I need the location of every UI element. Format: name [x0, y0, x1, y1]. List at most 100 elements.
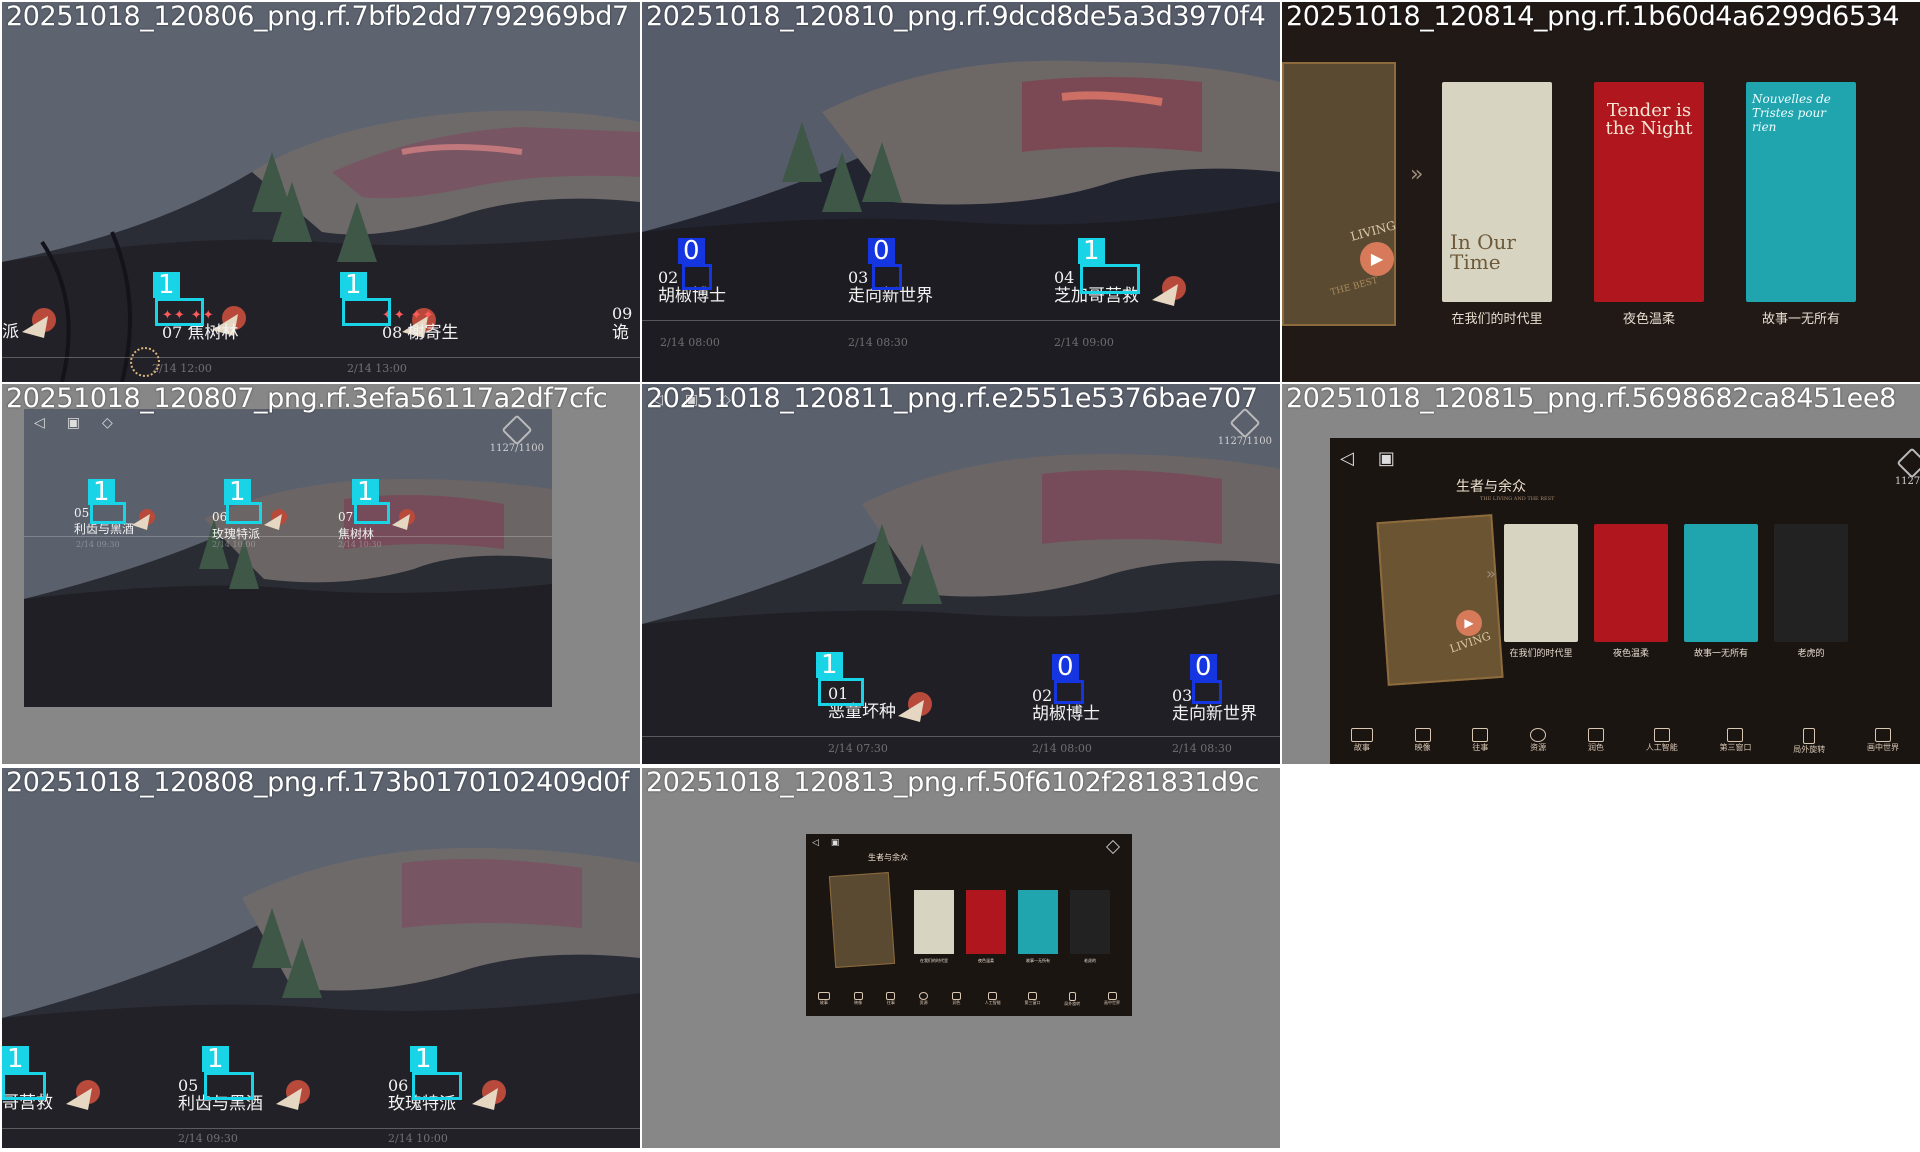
riverside-scene — [24, 409, 552, 707]
poster-art-title: Nouvelles de Tristes pour rien — [1752, 92, 1831, 134]
nav-item-third-window[interactable]: 第三窗口 — [1719, 728, 1751, 755]
book-poster[interactable] — [914, 890, 954, 954]
book-poster[interactable]: In Our Time — [1442, 82, 1552, 302]
tile-title: 20251018_120811_png.rf.e2551e5376bae707 — [646, 384, 1258, 414]
nav-item-resources[interactable]: 资源 — [919, 992, 929, 1007]
detection-box — [818, 678, 864, 706]
stage-node-partial[interactable]: 09 诡 — [612, 304, 632, 342]
detection-box — [155, 298, 204, 326]
nav-item-world[interactable]: 画中世界 — [1867, 728, 1899, 755]
thumbnail-tile-6[interactable]: 20251018_120815_png.rf.5698682ca8451ee8 … — [1282, 384, 1920, 764]
thumbnail-tile-3[interactable]: 20251018_120814_png.rf.1b60d4a6299d6534 … — [1282, 2, 1920, 382]
book-icon — [1350, 728, 1373, 742]
nav-item-video[interactable]: 映像 — [853, 992, 863, 1007]
stage-marker-icon[interactable] — [392, 507, 416, 531]
home-icon[interactable]: ▣ — [831, 838, 840, 848]
thumbnail-tile-1[interactable]: 20251018_120806_png.rf.7bfb2dd7792969bd7… — [2, 2, 640, 382]
poster-caption: 故事一无所有 — [1761, 312, 1840, 327]
game-scene-map: ◁ ▣ ◇ 1127/1100 — [24, 409, 552, 707]
thumbnail-tile-5[interactable]: 20251018_120811_png.rf.e2551e5376bae707 … — [642, 384, 1280, 764]
resource-counter[interactable]: 1127/1100 — [490, 414, 544, 454]
time-tick: 2/14 13:00 — [347, 362, 407, 375]
back-icon[interactable]: ◁ — [34, 415, 45, 431]
scroll-icon — [886, 992, 896, 1000]
cube-icon[interactable] — [1105, 839, 1121, 855]
time-tick: 2/14 09:00 — [1054, 336, 1114, 349]
back-icon[interactable]: ◁ — [1340, 448, 1354, 469]
back-icon[interactable]: ◁ — [812, 838, 819, 848]
book-poster[interactable]: Nouvelles de Tristes pour rien — [1746, 82, 1856, 302]
play-video-icon[interactable]: ▶ — [1360, 242, 1394, 276]
poster-caption: 故事一无所有 — [1693, 649, 1748, 659]
stage-marker-icon[interactable] — [472, 1078, 506, 1112]
play-video-icon[interactable]: ▶ — [1456, 610, 1482, 636]
featured-book-cover[interactable]: LIVING THE BEST — [1282, 62, 1397, 326]
world-icon — [1875, 728, 1891, 742]
tile-title: 20251018_120806_png.rf.7bfb2dd7792969bd7 — [6, 2, 629, 32]
thumbnail-tile-2[interactable]: 20251018_120810_png.rf.9dcd8de5a3d3970f4… — [642, 2, 1280, 382]
nav-item-resources[interactable]: 资源 — [1530, 728, 1547, 755]
book-poster[interactable] — [1504, 524, 1578, 642]
resource-counter[interactable]: 1127/1100 — [1218, 407, 1272, 447]
poster-art-title: Tender is the Night — [1605, 100, 1693, 139]
nav-item-polish[interactable]: 润色 — [951, 992, 961, 1007]
detection-label: 1 — [224, 479, 251, 505]
book-poster[interactable] — [1594, 524, 1668, 642]
bottom-nav-bar: 故事 映像 往事 资源 润色 人工智能 第三窗口 局外旋转 画中世界 — [1330, 728, 1920, 755]
nav-controls: ◁ ▣ ◇ — [34, 415, 113, 431]
featured-book-cover[interactable]: LIVING — [1376, 514, 1504, 686]
nav-item-third-window[interactable]: 第三窗口 — [1024, 992, 1040, 1007]
thumbnail-tile-8[interactable]: 20251018_120813_png.rf.50f6102f281831d9c… — [642, 768, 1280, 1148]
timeline-track — [642, 736, 1280, 737]
resource-icon — [919, 992, 929, 1000]
nav-item-story[interactable]: 故事 — [817, 992, 830, 1007]
stage-marker-icon[interactable] — [66, 1078, 100, 1112]
stage-marker-icon[interactable] — [1152, 274, 1186, 308]
tile-title: 20251018_120813_png.rf.50f6102f281831d9c — [646, 768, 1260, 798]
nav-item-ai[interactable]: 人工智能 — [985, 992, 1001, 1007]
nav-item-rotate[interactable]: 局外旋转 — [1793, 728, 1825, 755]
detection-label: 1 — [816, 652, 843, 678]
tile-title: 20251018_120808_png.rf.173b0170102409d0f — [6, 768, 629, 798]
chevron-right-icon[interactable]: » — [1486, 564, 1496, 583]
tile-title: 20251018_120810_png.rf.9dcd8de5a3d3970f4 — [646, 2, 1266, 32]
time-tick: 2/14 12:00 — [152, 362, 212, 375]
book-poster[interactable] — [1018, 890, 1058, 954]
nav-item-polish[interactable]: 润色 — [1587, 728, 1604, 755]
chevron-right-icon[interactable]: » — [1410, 162, 1423, 187]
book-poster[interactable]: Tender is the Night — [1594, 82, 1704, 302]
film-icon — [853, 992, 863, 1000]
stage-marker-icon[interactable] — [22, 306, 56, 340]
book-poster[interactable] — [966, 890, 1006, 954]
timeline-cursor-icon[interactable] — [130, 347, 160, 377]
stage-partial-left: 派 — [2, 322, 19, 342]
layers-icon — [1587, 728, 1604, 742]
poster-caption: 夜色温柔 — [1622, 312, 1675, 327]
stage-marker-icon[interactable] — [276, 1078, 310, 1112]
nav-item-past[interactable]: 往事 — [1472, 728, 1489, 755]
poster-caption: 老虎的 — [1797, 649, 1825, 659]
monitor-icon — [1653, 728, 1670, 742]
thumbnail-tile-4[interactable]: 20251018_120807_png.rf.3efa56117a2df7cfc… — [2, 384, 640, 764]
nav-item-world[interactable]: 画中世界 — [1104, 992, 1120, 1007]
stage-marker-icon[interactable] — [132, 507, 156, 531]
nav-item-story[interactable]: 故事 — [1350, 728, 1373, 755]
nav-item-ai[interactable]: 人工智能 — [1646, 728, 1678, 755]
stage-marker-icon[interactable] — [264, 507, 288, 531]
resource-counter[interactable]: 1127/1 — [1895, 447, 1920, 487]
home-icon[interactable]: ▣ — [1378, 448, 1395, 469]
stage-node[interactable]: ✦✦ ✦✦ 08 榭寄生 — [382, 304, 458, 342]
book-poster[interactable] — [1774, 524, 1848, 642]
featured-book-cover[interactable] — [828, 872, 896, 968]
nav-item-video[interactable]: 映像 — [1414, 728, 1431, 755]
home-icon[interactable]: ▣ — [67, 415, 80, 431]
book-poster[interactable] — [1070, 890, 1110, 954]
nav-item-rotate[interactable]: 局外旋转 — [1064, 992, 1080, 1007]
diamond-icon[interactable]: ◇ — [102, 415, 113, 431]
nav-item-past[interactable]: 往事 — [886, 992, 896, 1007]
book-poster[interactable] — [1684, 524, 1758, 642]
detection-label: 1 — [2, 1046, 29, 1072]
stage-marker-icon[interactable] — [898, 690, 932, 724]
thumbnail-tile-7[interactable]: 20251018_120808_png.rf.173b0170102409d0f… — [2, 768, 640, 1148]
detection-label: 1 — [153, 272, 180, 298]
